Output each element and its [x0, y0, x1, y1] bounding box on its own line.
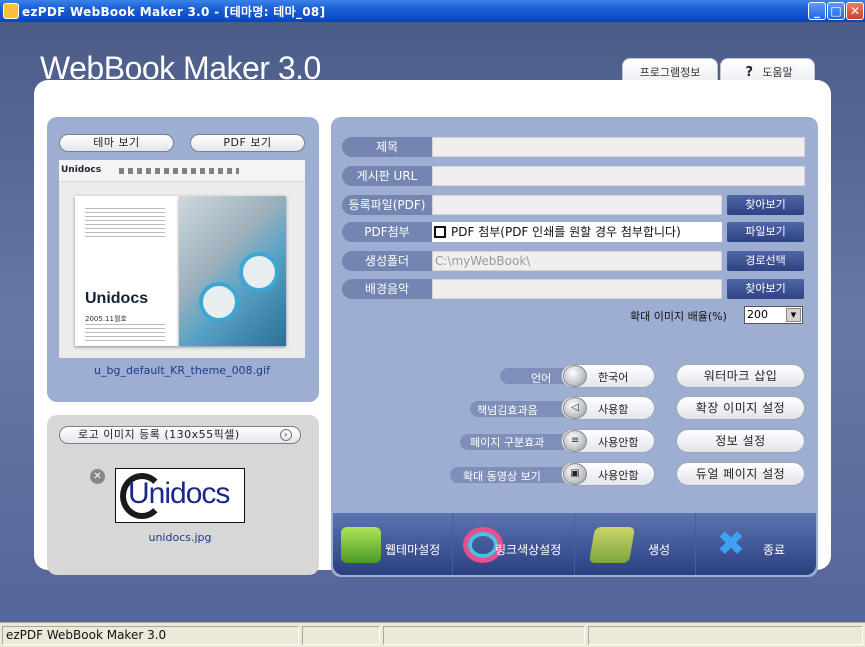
theme-icon [341, 527, 381, 563]
language-label: 언어 [531, 372, 552, 385]
status-text: ezPDF WebBook Maker 3.0 [2, 626, 299, 645]
status-bar: ezPDF WebBook Maker 3.0 [0, 622, 865, 647]
make-label: 생성 [648, 543, 671, 557]
theme-view-button[interactable]: 테마 보기 [59, 134, 174, 152]
path-select-button[interactable]: 경로선택 [727, 251, 804, 271]
bgm-input[interactable] [432, 279, 722, 299]
logo-image: Unidocs [115, 468, 245, 523]
output-folder-label: 생성폴더 [342, 251, 432, 271]
zoom-video-label: 확대 동영상 보기 [463, 470, 541, 483]
preview-body-lines [85, 324, 165, 344]
maximize-button[interactable]: □ [827, 2, 845, 20]
help-icon: ? [745, 65, 754, 80]
theme-preview-image: Unidocs Unidocs 2005.11월호 [59, 160, 305, 358]
watermark-button[interactable]: 워터마크 삽입 [676, 364, 805, 388]
status-cell [302, 626, 380, 645]
title-input[interactable] [432, 137, 805, 157]
logo-register-button[interactable]: 로고 이미지 등록 (130x55픽셀) › [59, 426, 301, 444]
zoom-video-value: 사용안함 [598, 469, 639, 482]
exit-button[interactable]: ✖ 종료 [697, 513, 817, 575]
output-folder-input[interactable]: C:\myWebBook\ [432, 251, 722, 271]
pdf-attach-checkbox-label: PDF 첨부(PDF 인쇄를 원할 경우 첨부합니다) [451, 225, 681, 239]
preview-toolbar: Unidocs [59, 160, 305, 182]
theme-file-name: u_bg_default_KR_theme_008.gif [94, 364, 270, 377]
language-toggle[interactable]: 한국어 [561, 364, 655, 388]
app-icon [3, 3, 19, 19]
logo-image-text: Unidocs [128, 477, 230, 510]
window-title: ezPDF WebBook Maker 3.0 - [테마명: 테마_08] [22, 5, 326, 19]
make-button[interactable]: 생성 [576, 513, 696, 575]
board-url-label: 게시판 URL [342, 166, 432, 186]
browse-bgm-button[interactable]: 찾아보기 [727, 279, 804, 299]
remove-logo-icon[interactable]: ✕ [90, 469, 105, 484]
tab-help-label: 도움말 [762, 66, 793, 79]
register-file-input[interactable] [432, 195, 722, 215]
preview-nav-icons [119, 168, 239, 174]
ext-image-button[interactable]: 확장 이미지 설정 [676, 396, 805, 420]
register-file-label: 등록파일(PDF) [342, 195, 432, 215]
chevron-down-icon: ▼ [786, 308, 801, 322]
preview-book-date: 2005.11월호 [85, 315, 127, 323]
book-icon [588, 527, 636, 563]
page-sound-label: 책넘김효과음 [477, 404, 538, 417]
pdf-attach-field: PDF 첨부(PDF 인쇄를 원할 경우 첨부합니다) [432, 222, 722, 242]
title-bar: ezPDF WebBook Maker 3.0 - [테마명: 테마_08] _… [0, 0, 865, 22]
pdf-attach-label: PDF첨부 [342, 222, 432, 242]
exit-label: 종료 [763, 543, 786, 557]
pdf-view-button[interactable]: PDF 보기 [190, 134, 305, 152]
pdf-attach-checkbox[interactable] [434, 226, 446, 238]
zoom-ratio-label: 확대 이미지 배율(%) [630, 310, 727, 323]
title-label: 제목 [342, 137, 432, 157]
web-theme-label: 웹테마설정 [385, 543, 441, 557]
close-button[interactable]: ✕ [846, 2, 864, 20]
board-url-input[interactable] [432, 166, 805, 186]
arrow-right-icon: › [280, 429, 292, 441]
clock-image [239, 252, 279, 292]
zoom-ratio-select[interactable]: 200 ▼ [744, 306, 803, 324]
status-cell [588, 626, 863, 645]
logo-register-label: 로고 이미지 등록 (130x55픽셀) [78, 428, 240, 441]
web-theme-button[interactable]: 웹테마설정 [333, 513, 453, 575]
preview-book-logo: Unidocs [85, 290, 149, 307]
page-divider-label: 페이지 구분효과 [470, 436, 545, 449]
zoom-video-toggle[interactable]: ▣ 사용안함 [561, 462, 655, 486]
info-setting-button[interactable]: 정보 설정 [676, 429, 805, 453]
dual-page-button[interactable]: 듀얼 페이지 설정 [676, 462, 805, 486]
page-divider-value: 사용안함 [598, 436, 639, 449]
preview-stage: Unidocs 2005.11월호 [59, 182, 305, 358]
bgm-label: 배경음악 [342, 279, 432, 299]
browse-pdf-button[interactable]: 찾아보기 [727, 195, 804, 215]
preview-logo: Unidocs [61, 165, 102, 175]
file-view-button[interactable]: 파일보기 [727, 222, 804, 242]
speaker-icon: ◁ [563, 397, 587, 419]
exit-icon: ✖ [716, 524, 746, 564]
logo-file-name: unidocs.jpg [148, 531, 212, 544]
clock-image [199, 282, 239, 322]
minimize-button[interactable]: _ [808, 2, 826, 20]
status-cell [383, 626, 585, 645]
link-color-button[interactable]: 링크색상설정 [455, 513, 575, 575]
settings-form [331, 117, 818, 577]
page-sound-value: 사용함 [598, 403, 629, 416]
page-divider-toggle[interactable]: ≡ 사용안함 [561, 429, 655, 453]
language-knob-icon [563, 365, 587, 387]
page-sound-toggle[interactable]: ◁ 사용함 [561, 396, 655, 420]
zoom-ratio-value: 200 [747, 308, 768, 321]
video-icon: ▣ [563, 463, 587, 485]
link-color-label: 링크색상설정 [495, 543, 562, 557]
divider-icon: ≡ [563, 430, 587, 452]
preview-text-lines [85, 208, 165, 238]
language-value: 한국어 [598, 371, 629, 384]
